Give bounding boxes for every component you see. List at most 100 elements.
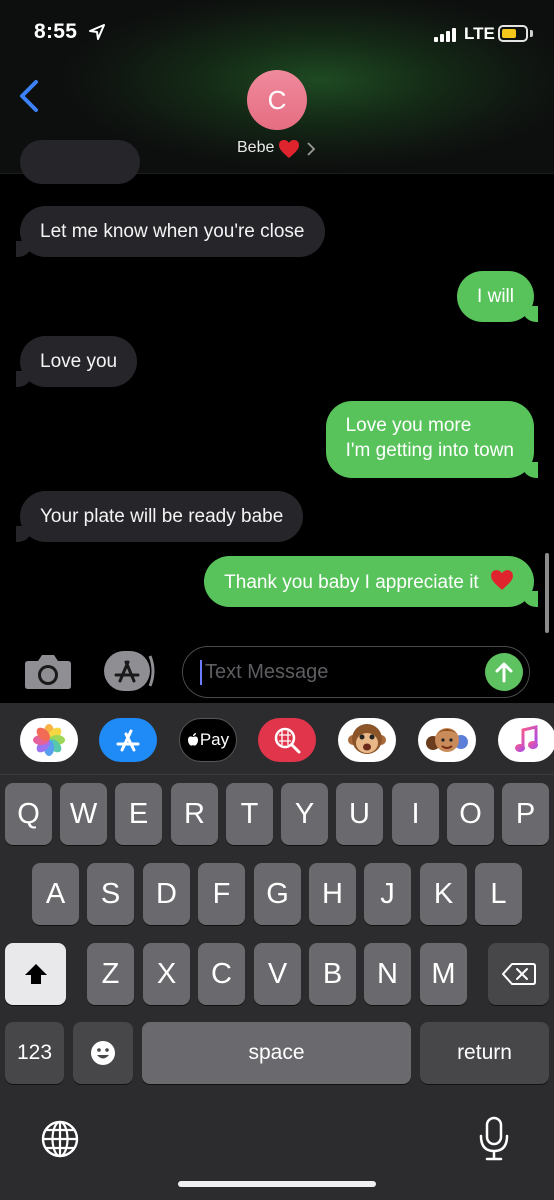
key-q[interactable]: Q [5,783,52,845]
key-l[interactable]: L [475,863,522,925]
key-u[interactable]: U [336,783,383,845]
message-text: Your plate will be ready babe [40,506,284,527]
arrow-up-icon [495,662,513,683]
contact-avatar[interactable]: C [247,70,307,130]
avatar-initial: C [267,84,287,115]
apple-pay-label: Pay [199,730,230,749]
shift-arrow-icon [24,964,47,984]
message-text-line: Love you more [345,415,472,436]
back-chevron-icon[interactable] [14,76,46,116]
key-label: B [322,957,343,990]
key-label: I [411,797,420,830]
key-label: M [431,957,456,990]
status-time: 8:55 [34,20,78,43]
key-v[interactable]: V [254,943,301,1005]
battery-icon [498,25,528,42]
heart-emoji-icon [491,570,513,590]
key-g[interactable]: G [254,863,301,925]
key-n[interactable]: N [364,943,411,1005]
key-label: T [240,797,259,830]
key-f[interactable]: F [198,863,245,925]
key-y[interactable]: Y [281,783,328,845]
key-label: Q [17,797,40,830]
message-bubble-incoming[interactable]: Your plate will be ready babe [15,491,304,542]
message-text: Let me know when you're close [40,221,305,242]
message-bubble-outgoing[interactable]: Thank you baby I appreciate it [204,556,538,607]
delete-key[interactable] [488,943,549,1005]
apple-pay-app-button[interactable]: Pay [179,718,237,762]
key-label: H [322,877,343,910]
heart-emoji-icon [279,140,299,158]
key-k[interactable]: K [420,863,467,925]
key-label: K [433,877,454,910]
message-bubble-incoming[interactable]: Let me know when you're close [16,206,325,257]
key-label: F [212,877,231,910]
keyboard: Pay Q W E R T Y U I O P A S D F G H J K … [0,703,554,1200]
key-label: W [69,797,98,830]
app-store-drawer-icon[interactable] [103,650,157,692]
key-label: U [349,797,370,830]
app-store-icon [116,729,140,752]
key-o[interactable]: O [447,783,494,845]
key-p[interactable]: P [502,783,549,845]
animoji-app-button[interactable] [338,718,396,762]
key-a[interactable]: A [32,863,79,925]
key-label: A [45,877,66,910]
contact-name[interactable]: Bebe [237,139,274,157]
key-d[interactable]: D [143,863,190,925]
image-search-icon [274,727,301,754]
emoji-face-icon [91,1041,115,1065]
key-label: P [515,797,536,830]
key-t[interactable]: T [226,783,273,845]
globe-icon[interactable] [40,1119,80,1159]
shift-key[interactable] [5,943,66,1005]
key-label: G [266,877,289,910]
key-w[interactable]: W [60,783,107,845]
key-i[interactable]: I [392,783,439,845]
numbers-key[interactable]: 123 [5,1022,64,1084]
key-e[interactable]: E [115,783,162,845]
memoji-stickers-icon [426,728,468,752]
animoji-monkey-icon [348,724,386,754]
camera-icon[interactable] [24,653,72,690]
battery-tip [530,30,533,37]
message-text: Thank you baby I appreciate it [224,572,479,593]
key-m[interactable]: M [420,943,467,1005]
key-z[interactable]: Z [87,943,134,1005]
home-indicator[interactable] [178,1181,376,1187]
key-b[interactable]: B [309,943,356,1005]
return-key[interactable]: return [420,1022,549,1084]
app-store-app-button[interactable] [99,718,157,762]
memoji-app-button[interactable] [418,718,476,762]
photos-app-button[interactable] [20,718,78,762]
key-label: space [248,1041,305,1064]
microphone-icon[interactable] [478,1116,510,1162]
key-h[interactable]: H [309,863,356,925]
send-button[interactable] [485,653,523,691]
music-icon [515,725,538,752]
key-x[interactable]: X [143,943,190,1005]
key-label: 123 [16,1041,53,1064]
cellular-signal-icon [434,28,458,42]
message-bubble-outgoing[interactable]: Love you more I'm getting into town [325,401,539,478]
message-input-placeholder: Text Message [205,661,329,683]
image-search-app-button[interactable] [258,718,316,762]
music-app-button[interactable] [498,718,554,762]
space-key[interactable]: space [142,1022,411,1084]
message-bubble-incoming[interactable]: Love you [15,336,138,387]
key-label: C [211,957,232,990]
key-label: J [380,877,395,910]
key-s[interactable]: S [87,863,134,925]
apple-pay-icon [187,733,198,746]
key-j[interactable]: J [364,863,411,925]
message-text-line: I'm getting into town [345,440,514,461]
message-input[interactable]: Text Message [182,646,530,698]
message-bubble-outgoing[interactable]: I will [457,271,538,322]
key-r[interactable]: R [171,783,218,845]
text-caret [200,660,202,685]
emoji-key[interactable] [73,1022,133,1084]
scroll-indicator[interactable] [545,553,549,633]
chevron-right-icon[interactable] [306,142,316,156]
key-c[interactable]: C [198,943,245,1005]
key-label: N [377,957,398,990]
